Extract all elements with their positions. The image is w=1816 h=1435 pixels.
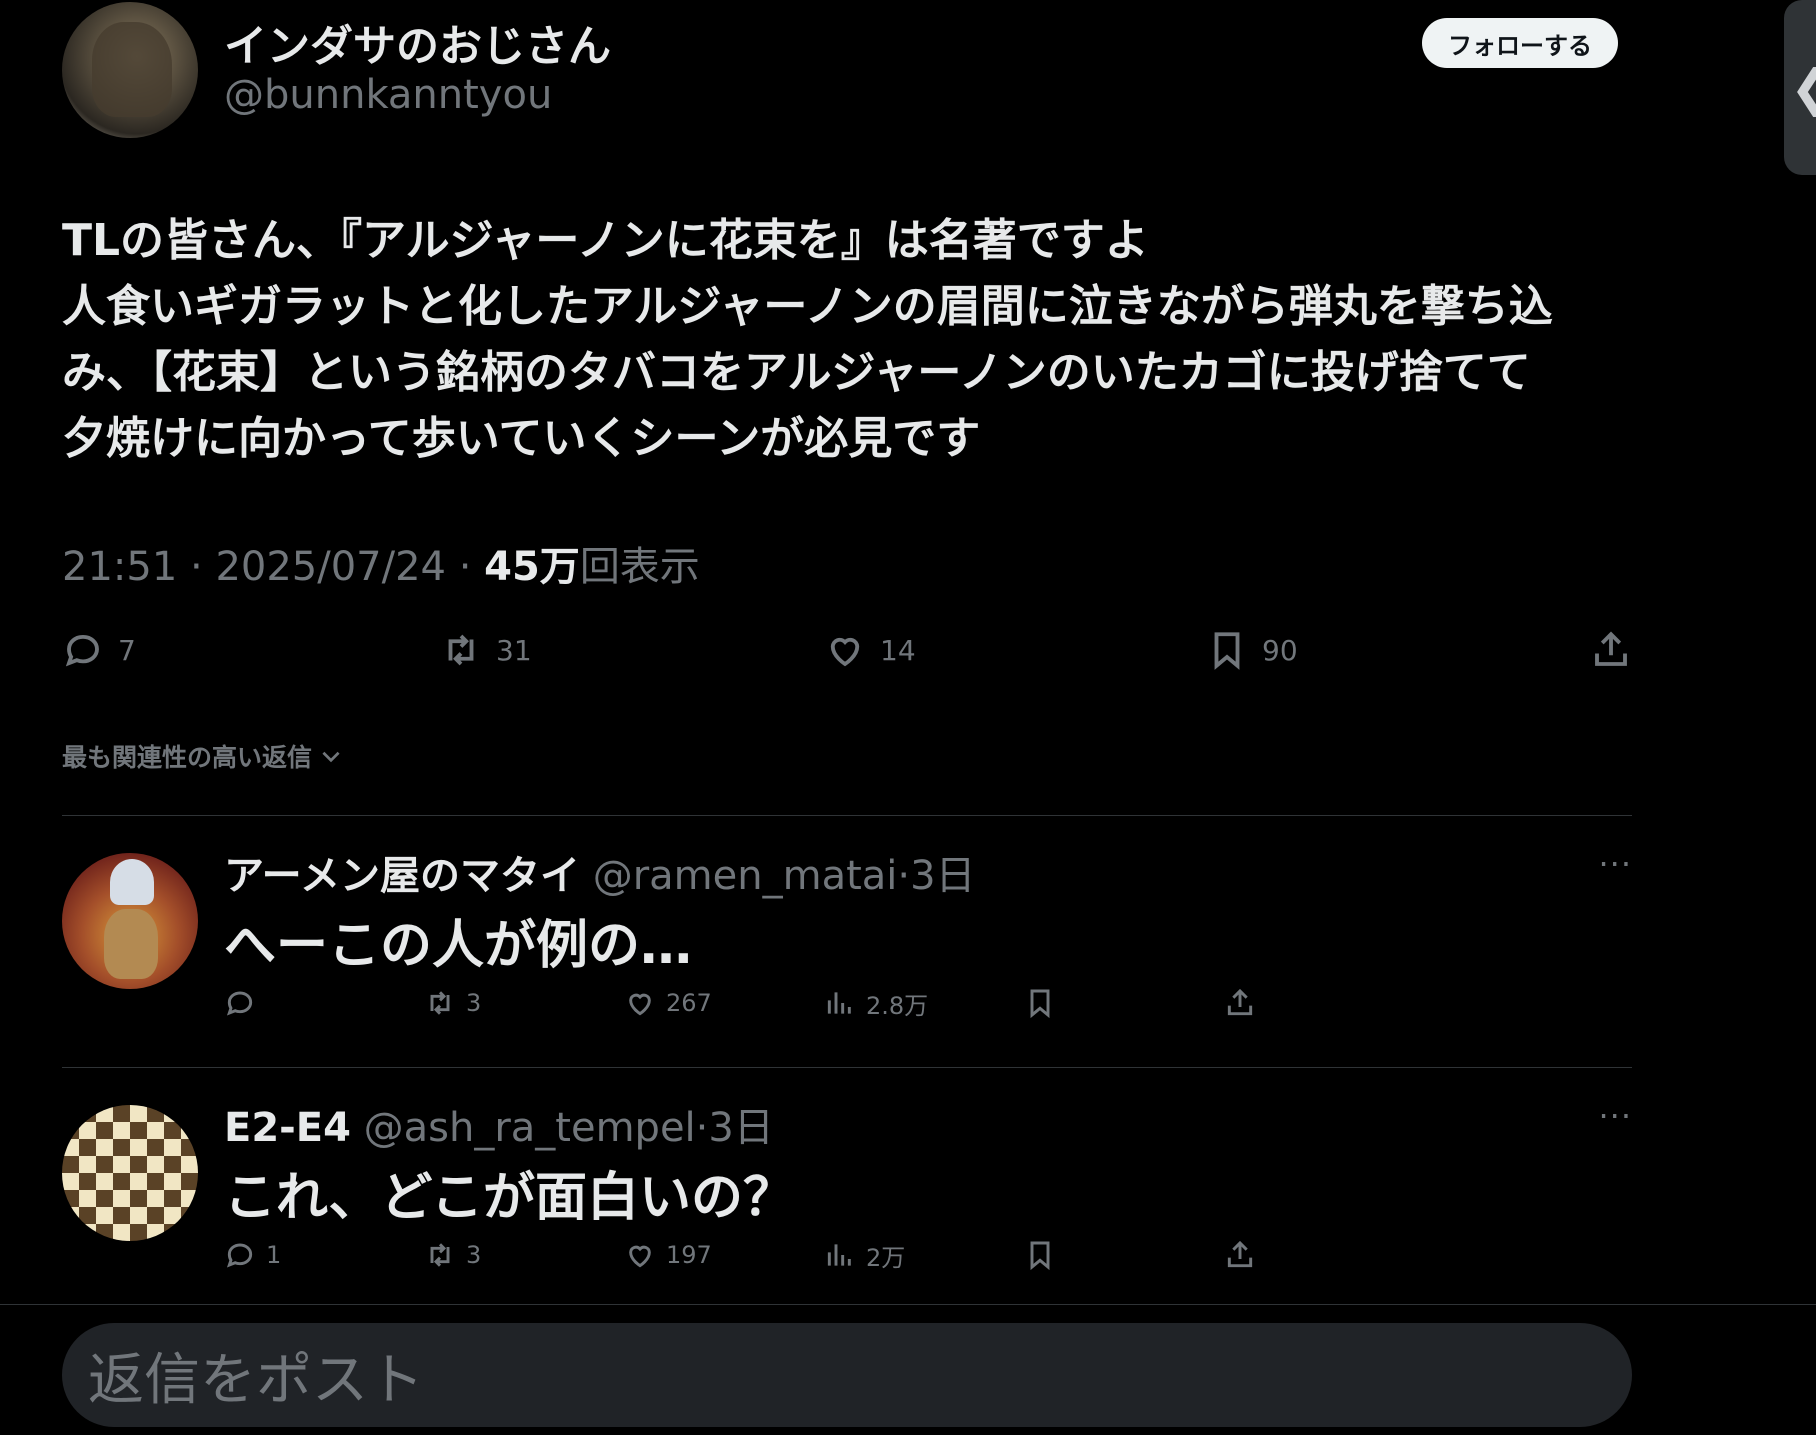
- tweet-text-line: 夕焼けに向かって歩いていくシーンが必見です: [62, 413, 981, 464]
- reply-action-bar: 1 3 197 2万: [224, 1235, 1274, 1275]
- composer-placeholder: 返信をポスト: [88, 1347, 424, 1413]
- views-count: 2万: [866, 1243, 906, 1272]
- retweet-icon: [430, 1243, 450, 1267]
- reply-action-bar: 3 267 2.8万: [224, 983, 1274, 1023]
- retweet-count: 3: [466, 1241, 482, 1269]
- reply-count: 1: [266, 1241, 282, 1269]
- retweet-count: 3: [466, 989, 482, 1017]
- reply-button[interactable]: 1: [224, 1235, 281, 1275]
- bookmark-icon: [1030, 1241, 1050, 1271]
- analytics-icon: [827, 1244, 851, 1266]
- retweet-count: 31: [496, 633, 532, 667]
- more-options-icon[interactable]: ···: [1598, 845, 1632, 883]
- reply-text: これ、どこが面白いの？: [224, 1168, 795, 1228]
- side-panel-tab[interactable]: ❮: [1784, 0, 1816, 175]
- like-button[interactable]: 197: [624, 1235, 712, 1275]
- retweet-button[interactable]: 3: [424, 1235, 481, 1275]
- reply-time[interactable]: 3日: [708, 1105, 773, 1151]
- heart-icon: [629, 993, 651, 1016]
- like-button[interactable]: 14: [824, 625, 916, 675]
- chevron-down-icon: [322, 751, 340, 763]
- share-icon: [1595, 631, 1627, 666]
- bookmark-count: 90: [1262, 633, 1298, 667]
- views-button[interactable]: 2.8万: [824, 983, 928, 1023]
- reply-author-handle[interactable]: @ash_ra_tempel: [364, 1105, 696, 1151]
- reply-avatar[interactable]: [62, 1105, 198, 1241]
- bookmark-icon: [1030, 989, 1050, 1019]
- like-count: 267: [666, 989, 712, 1017]
- share-icon: [1227, 1240, 1253, 1268]
- meta-separator: ·: [897, 853, 911, 899]
- heart-icon: [629, 1245, 651, 1268]
- reply-item[interactable]: E2-E4 @ash_ra_tempel·3日 ··· これ、どこが面白いの？ …: [62, 1067, 1632, 1307]
- reply-item[interactable]: アーメン屋のマタイ @ramen_matai·3日 ··· へーこの人が例の… …: [62, 815, 1632, 1055]
- author-name[interactable]: インダサのおじさん: [224, 12, 611, 74]
- views-button[interactable]: 2万: [824, 1235, 905, 1275]
- tweet-action-bar: 7 31 14 90: [62, 625, 1632, 675]
- reply-icon: [226, 1243, 253, 1268]
- retweet-button[interactable]: 3: [424, 983, 481, 1023]
- like-count: 197: [666, 1241, 712, 1269]
- meta-separator: ·: [190, 544, 203, 590]
- more-options-icon[interactable]: ···: [1598, 1097, 1632, 1135]
- tweet-text: TLの皆さん、『アルジャーノンに花束を』は名著ですよ 人食いギガラットと化したア…: [62, 208, 1622, 472]
- tweet-meta: 21:51 · 2025/07/24 · 45万回表示: [62, 534, 700, 592]
- views-label: 回表示: [579, 544, 700, 590]
- retweet-icon: [448, 634, 474, 666]
- reply-author-name[interactable]: アーメン屋のマタイ: [224, 853, 580, 899]
- bookmark-button[interactable]: [1024, 983, 1056, 1023]
- author-handle[interactable]: @bunnkanntyou: [224, 72, 552, 118]
- reply-avatar[interactable]: [62, 853, 198, 989]
- author-avatar[interactable]: [62, 2, 198, 138]
- reply-header: E2-E4 @ash_ra_tempel·3日: [224, 1095, 774, 1153]
- bookmark-button[interactable]: 90: [1206, 625, 1298, 675]
- tweet-time[interactable]: 21:51: [62, 544, 177, 590]
- heart-icon: [830, 637, 860, 667]
- reply-header: アーメン屋のマタイ @ramen_matai·3日: [224, 843, 976, 901]
- like-count: 14: [880, 633, 916, 667]
- tweet-text-line: TLの皆さん、『アルジャーノンに花束を』は名著ですよ: [62, 215, 1149, 266]
- share-button[interactable]: [1224, 983, 1256, 1023]
- reply-time[interactable]: 3日: [910, 853, 975, 899]
- follow-button[interactable]: フォローする: [1422, 18, 1618, 68]
- retweet-button[interactable]: 31: [440, 625, 532, 675]
- bookmark-icon: [1214, 632, 1240, 670]
- meta-separator: ·: [695, 1105, 709, 1151]
- chevron-left-icon: ❮: [1790, 59, 1816, 117]
- tweet-text-line: み、【花束】という銘柄のタバコをアルジャーノンのいたカゴに投げ捨てて: [62, 347, 1531, 398]
- tweet-detail-page: インダサのおじさん @bunnkanntyou フォローする ❮ TLの皆さん、…: [0, 0, 1816, 1435]
- like-button[interactable]: 267: [624, 983, 712, 1023]
- retweet-icon: [430, 991, 450, 1015]
- views-count: 2.8万: [866, 991, 929, 1020]
- bookmark-button[interactable]: [1024, 1235, 1056, 1275]
- reply-icon: [65, 634, 99, 667]
- views-count: 45万: [484, 544, 580, 590]
- reply-button[interactable]: 7: [62, 625, 136, 675]
- reply-count: 7: [118, 633, 136, 667]
- reply-sort-label: 最も関連性の高い返信: [62, 743, 313, 772]
- analytics-icon: [827, 992, 851, 1014]
- share-button[interactable]: [1224, 1235, 1256, 1275]
- reply-icon: [226, 991, 253, 1016]
- reply-author-name[interactable]: E2-E4: [224, 1105, 351, 1151]
- reply-composer-input[interactable]: 返信をポスト: [62, 1323, 1632, 1427]
- tweet-text-line: 人食いギガラットと化したアルジャーノンの眉間に泣きながら弾丸を撃ち込: [62, 281, 1553, 332]
- reply-author-handle[interactable]: @ramen_matai: [593, 853, 898, 899]
- meta-separator: ·: [458, 544, 472, 590]
- reply-sort-dropdown[interactable]: 最も関連性の高い返信: [62, 738, 344, 774]
- share-icon: [1227, 988, 1253, 1016]
- share-button[interactable]: [1590, 625, 1632, 675]
- reply-button[interactable]: [224, 983, 266, 1023]
- divider: [0, 1304, 1816, 1305]
- reply-text: へーこの人が例の…: [224, 916, 693, 976]
- tweet-date[interactable]: 2025/07/24: [215, 544, 446, 590]
